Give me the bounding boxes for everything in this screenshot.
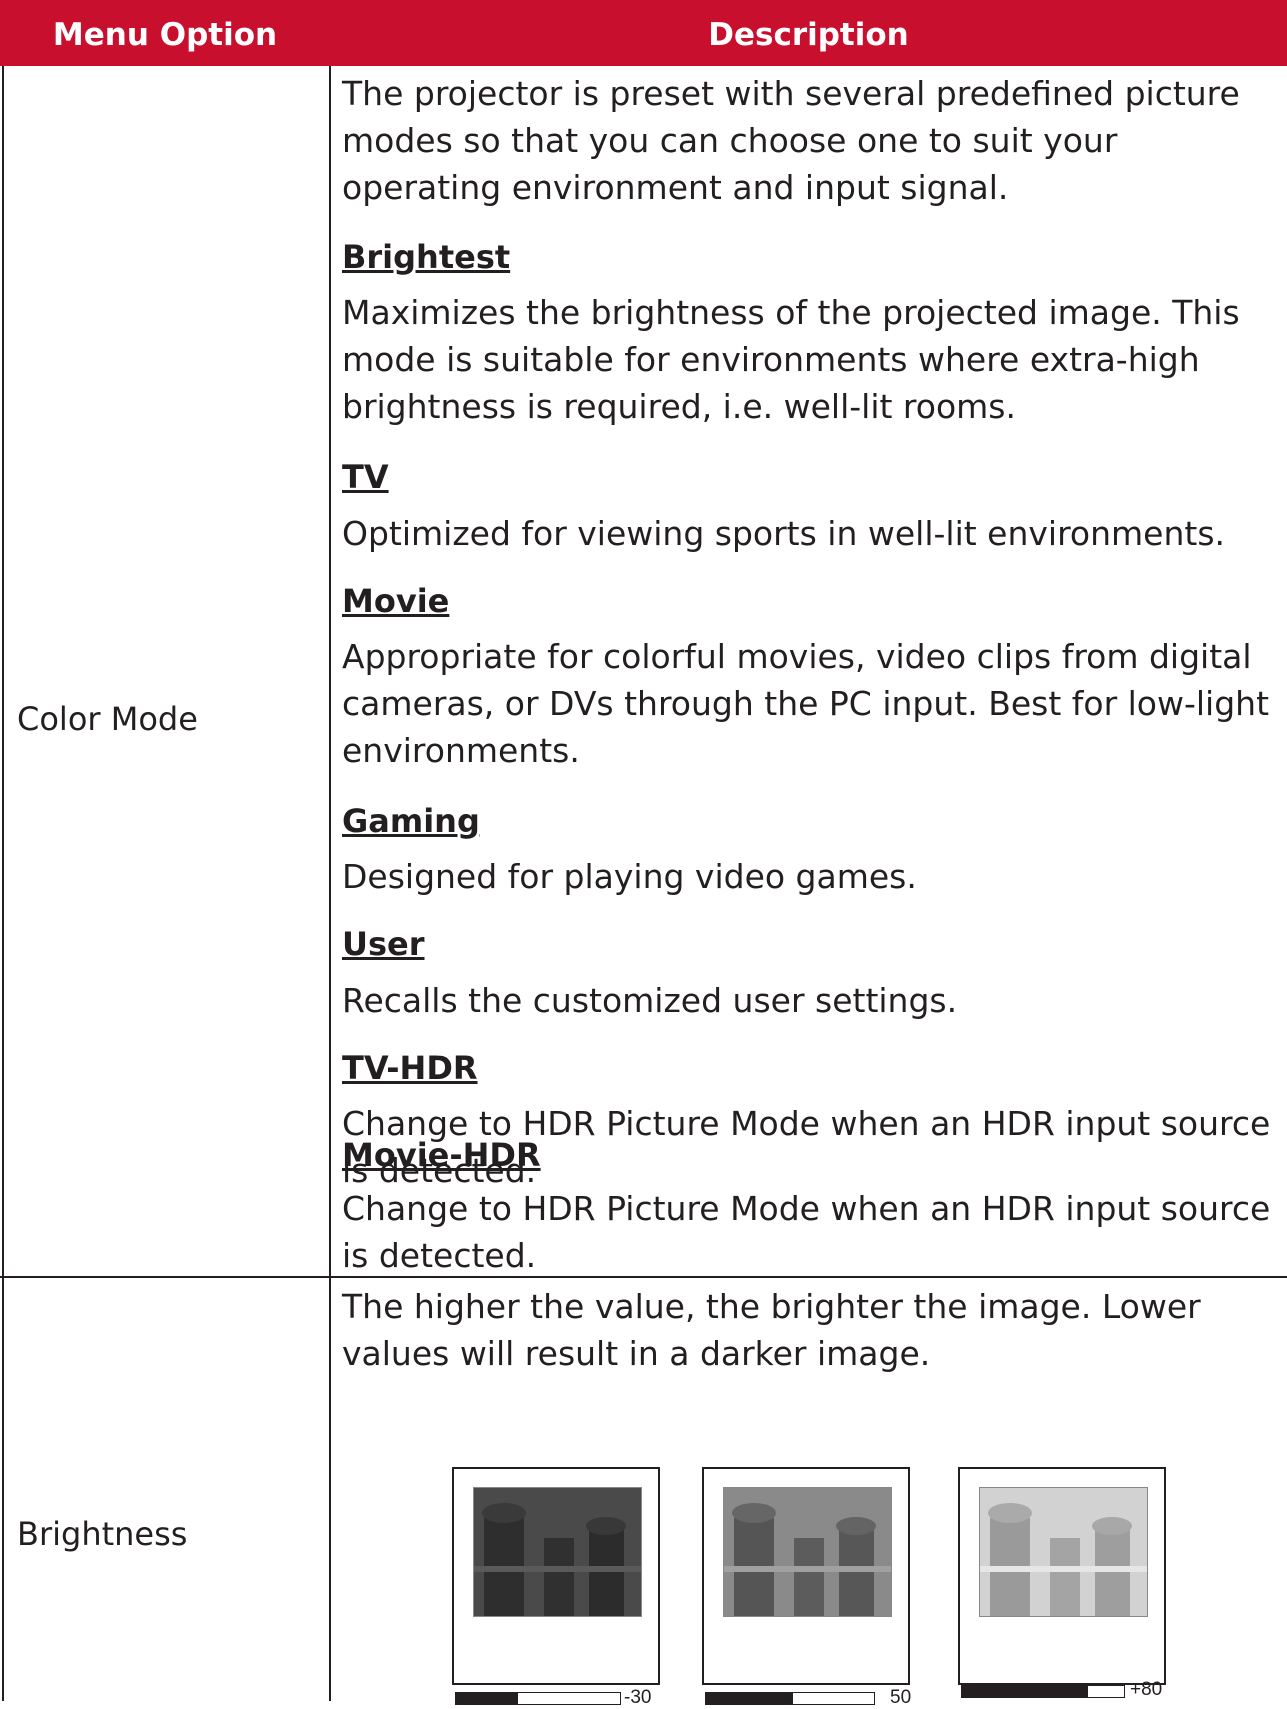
mode-text-movie: Appropriate for colorful movies, video c… — [342, 637, 1270, 770]
color-mode-intro: The projector is preset with several pre… — [342, 74, 1240, 207]
header-menu-option: Menu Option — [52, 17, 278, 53]
mode-title-user: User — [342, 925, 425, 963]
lantern-image-dark — [473, 1487, 642, 1617]
lantern-image-bright — [979, 1487, 1148, 1617]
brightness-example-2 — [702, 1467, 910, 1685]
table-header: Menu Option Description — [0, 0, 1287, 66]
brightness-text: The higher the value, the brighter the i… — [342, 1287, 1201, 1373]
brightness-level-bar-2 — [705, 1692, 875, 1705]
level-fill — [456, 1693, 519, 1704]
lantern-image-normal — [723, 1487, 892, 1617]
brightness-level-label-1: -30 — [624, 1687, 652, 1708]
mode-text-tv: Optimized for viewing sports in well-lit… — [342, 514, 1226, 553]
mode-title-tv: TV — [342, 458, 389, 496]
mode-title-tv-hdr: TV-HDR — [342, 1049, 478, 1087]
mode-title-movie-hdr: Movie-HDR — [342, 1136, 541, 1174]
mode-title-brightest: Brightest — [342, 238, 511, 276]
mode-text-user: Recalls the customized user settings. — [342, 981, 958, 1020]
mode-text-movie-hdr: Change to HDR Picture Mode when an HDR i… — [342, 1189, 1271, 1275]
level-fill — [962, 1686, 1089, 1697]
brightness-example-3 — [958, 1467, 1166, 1685]
mode-text-gaming: Designed for playing video games. — [342, 857, 917, 896]
mode-title-movie: Movie — [342, 582, 450, 620]
border-middle — [329, 66, 331, 1701]
brightness-level-bar-1 — [455, 1692, 621, 1705]
header-description: Description — [708, 17, 909, 53]
brightness-level-label-3: +80 — [1130, 1679, 1163, 1700]
brightness-level-bar-3 — [961, 1685, 1125, 1698]
mode-text-brightest: Maximizes the brightness of the projecte… — [342, 293, 1240, 426]
level-fill — [706, 1693, 794, 1704]
mode-title-gaming: Gaming — [342, 802, 480, 840]
option-color-mode: Color Mode — [17, 700, 198, 738]
border-left — [2, 66, 4, 1701]
brightness-example-1 — [452, 1467, 660, 1685]
brightness-level-label-2: 50 — [890, 1687, 912, 1708]
option-brightness: Brightness — [17, 1515, 188, 1553]
